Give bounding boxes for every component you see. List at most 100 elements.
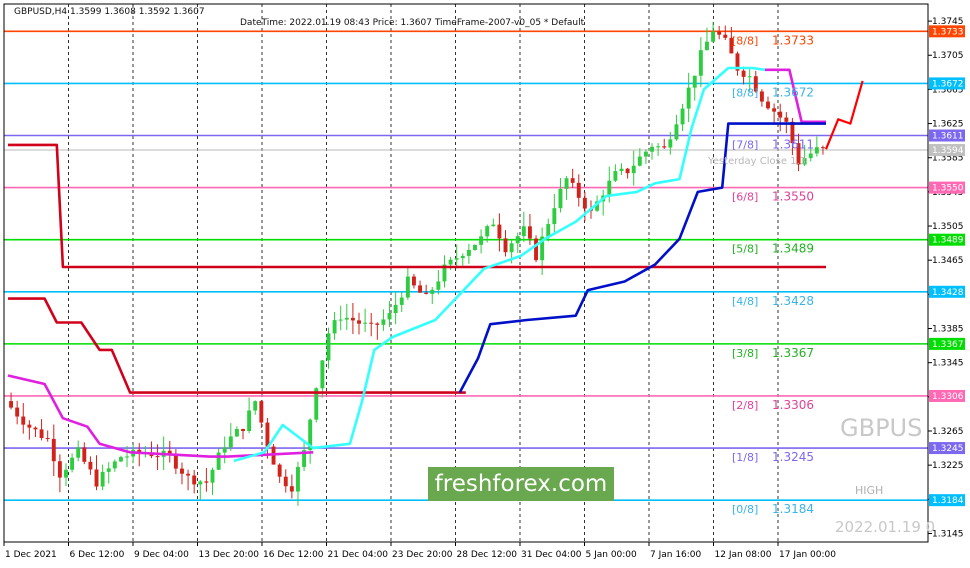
candle-body [381, 319, 386, 325]
current-price-label: 1.3594 [932, 146, 964, 156]
y-tick-label: 1.3345 [932, 359, 964, 369]
price-tag-label: 1.3733 [932, 27, 964, 37]
candle-body [698, 50, 703, 76]
candle-body [180, 468, 184, 474]
candle-body [527, 226, 532, 239]
candle-body [570, 178, 575, 183]
price-tag-label: 1.3306 [932, 392, 964, 402]
candle-body [369, 322, 374, 324]
murrey-label: [8/8] [732, 86, 758, 99]
candle-body [27, 424, 32, 428]
candle-body [466, 249, 471, 256]
candle-body [692, 75, 697, 88]
candle-body [485, 226, 490, 237]
candle-body [772, 108, 777, 112]
candle-body [326, 333, 331, 361]
candle-body [680, 108, 685, 125]
candle-body [705, 41, 709, 51]
price-tag-label: 1.3428 [932, 288, 964, 298]
symbol-watermark: GBPUS [840, 414, 923, 442]
candle-body [619, 168, 624, 172]
trail-cyan [233, 66, 766, 463]
candle-body [411, 276, 416, 286]
price-tag-label: 1.3245 [932, 444, 964, 454]
high-label: HIGH [855, 484, 884, 497]
x-tick-label: 23 Dec 20:00 [392, 550, 453, 560]
candle-body [668, 139, 673, 148]
candle-body [320, 360, 325, 389]
candle-body [643, 151, 648, 157]
price-tag-label: 1.3367 [932, 340, 964, 350]
candle-body [100, 471, 105, 487]
candle-body [387, 313, 392, 320]
candle-body [234, 429, 239, 437]
candle-body [515, 236, 520, 244]
x-tick-label: 17 Jan 00:00 [779, 550, 836, 560]
candle-body [88, 461, 93, 470]
candle-body [656, 146, 661, 148]
candle-body [39, 429, 44, 438]
candle-body [33, 427, 38, 430]
candle-body [112, 461, 117, 469]
candle-body [399, 297, 404, 305]
candle-body [491, 224, 496, 227]
candle-body [228, 436, 233, 448]
candle-body [576, 182, 581, 198]
candle-body [778, 111, 783, 118]
murrey-value: 1.3489 [772, 242, 814, 256]
y-tick-label: 1.3385 [932, 325, 964, 335]
candle-body [155, 456, 160, 458]
candle-body [534, 238, 538, 261]
murrey-label: [5/8] [732, 243, 758, 256]
candle-body [473, 244, 477, 250]
murrey-value: 1.3306 [772, 398, 814, 412]
candle-body [277, 464, 282, 477]
candle-body [674, 124, 679, 140]
y-tick-label: 1.3705 [932, 51, 964, 61]
candle-body [247, 410, 252, 431]
candle-body [363, 322, 368, 324]
price-tag-label: 1.3611 [932, 132, 964, 142]
candle-body [375, 323, 380, 325]
murrey-label: [0/8] [732, 503, 758, 516]
candle-body [613, 171, 618, 181]
x-tick-label: 12 Jan 08:00 [715, 550, 772, 560]
x-tick-label: 5 Jan 00:00 [586, 550, 638, 560]
candle-body [460, 255, 465, 259]
candle-body [259, 401, 264, 423]
candle-body [741, 70, 746, 77]
murrey-label: [4/8] [732, 295, 758, 308]
candle-body [607, 180, 612, 196]
candle-body [436, 281, 441, 290]
candle-body [344, 317, 349, 320]
x-tick-label: 31 Dec 04:00 [521, 550, 582, 560]
candle-body [357, 320, 361, 324]
candle-body [296, 466, 300, 492]
candle-body [454, 258, 459, 260]
candle-body [241, 429, 245, 431]
y-tick-label: 1.3505 [932, 222, 964, 232]
candle-body [418, 285, 423, 293]
murrey-value: 1.3733 [772, 33, 814, 47]
candle-body [479, 236, 484, 245]
candle-body [717, 31, 722, 35]
candle-body [222, 447, 227, 453]
candle-body [747, 76, 752, 78]
candle-body [82, 447, 87, 462]
candle-body [448, 259, 453, 265]
candle-body [253, 401, 258, 411]
candle-body [650, 146, 654, 152]
candle-body [45, 437, 50, 439]
candle-body [9, 401, 14, 408]
candle-body [625, 168, 630, 174]
candle-body [70, 457, 75, 470]
candle-body [424, 292, 429, 294]
candle-body [637, 156, 642, 166]
murrey-label: [7/8] [732, 139, 758, 152]
candle-body [552, 208, 557, 225]
candle-body [503, 238, 508, 253]
candle-body [509, 243, 514, 253]
candle-body [283, 476, 288, 487]
candle-body [784, 117, 789, 122]
candle-body [210, 469, 215, 483]
